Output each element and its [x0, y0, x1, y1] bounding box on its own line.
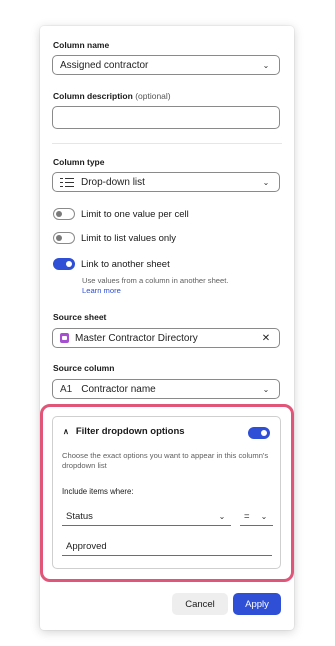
filter-value-text: Approved — [66, 541, 107, 552]
column-name-select[interactable]: Assigned contractor ⌄ — [52, 55, 280, 75]
list-icon — [60, 177, 74, 187]
limit-one-value-toggle[interactable] — [53, 208, 75, 220]
limit-list-values-option[interactable]: Limit to list values only — [53, 232, 176, 244]
column-type-value: Drop-down list — [81, 176, 145, 188]
include-items-label: Include items where: — [62, 487, 134, 496]
filter-field-select[interactable]: Status ⌄ — [62, 508, 231, 526]
column-description-label: Column description (optional) — [53, 91, 171, 101]
link-sheet-helper-text: Use values from a column in another shee… — [82, 276, 229, 285]
close-icon[interactable]: ✕ — [261, 333, 271, 344]
source-column-label: Source column — [53, 363, 115, 373]
source-column-select[interactable]: A1 Contractor name ⌄ — [52, 379, 280, 399]
sheet-icon — [60, 333, 69, 343]
column-description-label-text: Column description — [53, 91, 133, 101]
divider — [52, 143, 282, 144]
learn-more-link[interactable]: Learn more — [82, 286, 228, 296]
link-another-sheet-label: Link to another sheet — [81, 258, 170, 270]
source-sheet-value: Master Contractor Directory — [75, 332, 198, 344]
filter-section-header[interactable]: ∧ Filter dropdown options — [63, 426, 185, 437]
chevron-down-icon: ⌄ — [260, 512, 268, 521]
filter-field-value: Status — [66, 511, 93, 522]
limit-list-values-toggle[interactable] — [53, 232, 75, 244]
chevron-down-icon: ⌄ — [262, 384, 270, 394]
limit-one-value-option[interactable]: Limit to one value per cell — [53, 208, 189, 220]
chevron-down-icon: ⌄ — [262, 60, 270, 70]
limit-one-value-label: Limit to one value per cell — [81, 208, 189, 220]
column-type-select[interactable]: Drop-down list ⌄ — [52, 172, 280, 192]
source-column-value: Contractor name — [81, 383, 156, 395]
filter-value-input[interactable]: Approved — [62, 538, 272, 556]
filter-dropdown-section: ∧ Filter dropdown options Choose the exa… — [52, 416, 281, 569]
cell-reference-icon: A1 — [60, 383, 73, 395]
apply-button[interactable]: Apply — [233, 593, 281, 615]
filter-title: Filter dropdown options — [75, 426, 185, 437]
optional-text: (optional) — [135, 91, 171, 101]
source-sheet-field[interactable]: Master Contractor Directory ✕ — [52, 328, 280, 348]
chevron-up-icon[interactable]: ∧ — [63, 427, 69, 436]
column-name-label: Column name — [53, 40, 110, 50]
link-sheet-helper: Use values from a column in another shee… — [82, 276, 228, 296]
chevron-down-icon: ⌄ — [262, 177, 270, 187]
filter-description: Choose the exact options you want to app… — [62, 451, 269, 470]
link-another-sheet-toggle[interactable] — [53, 258, 75, 270]
chevron-down-icon: ⌄ — [218, 512, 226, 521]
source-sheet-label: Source sheet — [53, 312, 107, 322]
column-type-label: Column type — [53, 157, 105, 167]
filter-toggle[interactable] — [248, 427, 270, 439]
link-another-sheet-option[interactable]: Link to another sheet — [53, 258, 170, 270]
filter-operator-select[interactable]: = ⌄ — [240, 508, 273, 526]
cancel-button[interactable]: Cancel — [172, 593, 228, 615]
filter-operator-value: = — [244, 511, 250, 522]
column-name-value: Assigned contractor — [60, 59, 149, 71]
limit-list-values-label: Limit to list values only — [81, 232, 177, 244]
column-description-input[interactable] — [52, 106, 280, 129]
